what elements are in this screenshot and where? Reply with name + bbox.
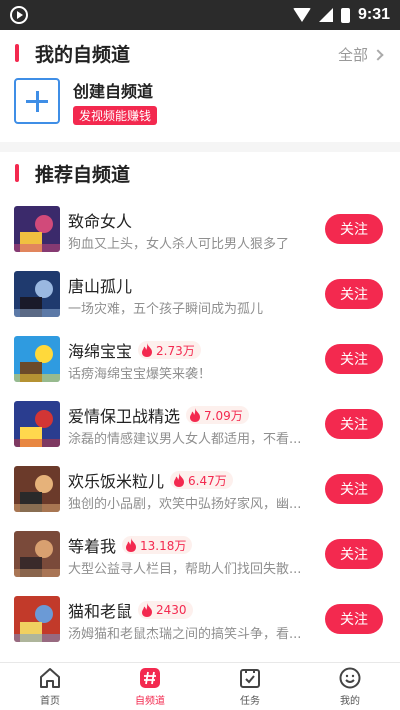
- channel-thumbnail: [14, 271, 60, 317]
- channel-row[interactable]: 等着我 13.18万大型公益寻人栏目，帮助人们找回失散... 关注: [0, 523, 400, 588]
- channel-row[interactable]: 爱情保卫战精选 7.09万涂磊的情感建议男人女人都适用，不看... 关注: [0, 393, 400, 458]
- hot-count: 7.09万: [204, 408, 243, 423]
- channel-title: 致命女人: [68, 212, 133, 231]
- follow-button[interactable]: 关注: [325, 214, 383, 244]
- create-channel-title: 创建自频道: [73, 81, 154, 101]
- channel-description: 大型公益寻人栏目，帮助人们找回失散...: [68, 562, 302, 577]
- channel-row[interactable]: 猫和老鼠 2430 汤姆猫和老鼠杰瑞之间的搞笑斗争，看... 关注: [0, 588, 400, 653]
- section-accent: [15, 44, 19, 62]
- battery-icon: [340, 7, 350, 23]
- flame-icon: [126, 538, 137, 552]
- hot-count: 2.73万: [156, 343, 195, 358]
- hot-badge: 2.73万: [138, 341, 201, 359]
- channel-thumbnail: [14, 336, 60, 382]
- chevron-right-icon: [372, 48, 384, 61]
- my-channels-header: 我的自频道 全部: [0, 36, 400, 70]
- channel-thumbnail: [14, 401, 60, 447]
- nav-home[interactable]: 首页: [0, 663, 100, 710]
- channel-row[interactable]: 致命女人狗血又上头，女人杀人可比男人狠多了 关注: [0, 198, 400, 263]
- hot-badge: 2430: [138, 601, 193, 619]
- hot-badge: 7.09万: [186, 406, 249, 424]
- create-channel[interactable]: 创建自频道 发视频能赚钱: [14, 76, 386, 126]
- nav-label: 任务: [240, 696, 260, 707]
- follow-button[interactable]: 关注: [325, 604, 383, 634]
- earn-badge: 发视频能赚钱: [73, 105, 158, 125]
- follow-button[interactable]: 关注: [325, 474, 383, 504]
- hot-count: 13.18万: [140, 538, 187, 553]
- channel-thumbnail: [14, 531, 60, 577]
- channel-title: 爱情保卫战精选: [68, 407, 181, 426]
- nav-label: 首页: [40, 696, 60, 707]
- channel-row[interactable]: 欢乐饭米粒儿 6.47万独创的小品剧，欢笑中弘扬好家风，幽... 关注: [0, 458, 400, 523]
- see-all-label: 全部: [337, 46, 368, 64]
- channel-description: 狗血又上头，女人杀人可比男人狠多了: [68, 237, 290, 252]
- section-accent: [15, 164, 19, 182]
- section-title: 我的自频道: [35, 43, 131, 66]
- channel-description: 汤姆猫和老鼠杰瑞之间的搞笑斗争，看...: [68, 627, 302, 642]
- channel-description: 话痨海绵宝宝爆笑来袭！: [68, 367, 212, 382]
- follow-button[interactable]: 关注: [325, 344, 383, 374]
- channel-thumbnail: [14, 206, 60, 252]
- task-icon: [240, 669, 260, 688]
- nav-mine[interactable]: 我的: [300, 663, 400, 710]
- channel-description: 涂磊的情感建议男人女人都适用，不看...: [68, 432, 302, 447]
- see-all-link[interactable]: 全部: [337, 44, 384, 65]
- flame-icon: [174, 473, 185, 487]
- wifi-icon: [292, 8, 311, 22]
- channel-row[interactable]: 唐山孤儿一场灾难，五个孩子瞬间成为孤儿 关注: [0, 263, 400, 328]
- follow-button[interactable]: 关注: [325, 409, 383, 439]
- channel-description: 独创的小品剧，欢笑中弘扬好家风，幽...: [68, 497, 302, 512]
- channel-title: 欢乐饭米粒儿: [68, 472, 165, 491]
- home-icon: [40, 668, 60, 688]
- recommended-header: 推荐自频道: [0, 156, 400, 190]
- channel-title: 猫和老鼠: [68, 602, 133, 621]
- channel-title: 唐山孤儿: [68, 277, 133, 296]
- flame-icon: [190, 408, 201, 422]
- hot-count: 6.47万: [188, 473, 227, 488]
- section-title: 推荐自频道: [35, 163, 131, 186]
- hot-badge: 13.18万: [122, 536, 193, 554]
- channel-icon: [140, 668, 160, 688]
- channel-description: 一场灾难，五个孩子瞬间成为孤儿: [68, 302, 264, 317]
- channel-row[interactable]: 海绵宝宝 2.73万话痨海绵宝宝爆笑来袭！ 关注: [0, 328, 400, 393]
- flame-icon: [142, 603, 153, 617]
- nav-channel[interactable]: 自频道: [100, 663, 200, 710]
- follow-button[interactable]: 关注: [325, 279, 383, 309]
- follow-button[interactable]: 关注: [325, 539, 383, 569]
- flame-icon: [142, 343, 153, 357]
- add-icon[interactable]: [14, 78, 60, 124]
- channel-thumbnail: [14, 466, 60, 512]
- status-bar: 9:31: [0, 0, 400, 30]
- channel-title: 等着我: [68, 537, 117, 556]
- bottom-nav: 首页 自频道 任务 我的: [0, 662, 400, 710]
- signal-icon: [318, 8, 333, 22]
- hot-count: 2430: [156, 603, 187, 617]
- section-divider: [0, 142, 400, 152]
- play-icon: [10, 6, 28, 24]
- smile-icon: [339, 667, 361, 689]
- nav-label: 自频道: [135, 696, 165, 707]
- channel-title: 海绵宝宝: [68, 342, 133, 361]
- nav-label: 我的: [340, 696, 360, 707]
- nav-task[interactable]: 任务: [200, 663, 300, 710]
- status-time: 9:31: [357, 6, 390, 23]
- channel-thumbnail: [14, 596, 60, 642]
- hot-badge: 6.47万: [170, 471, 233, 489]
